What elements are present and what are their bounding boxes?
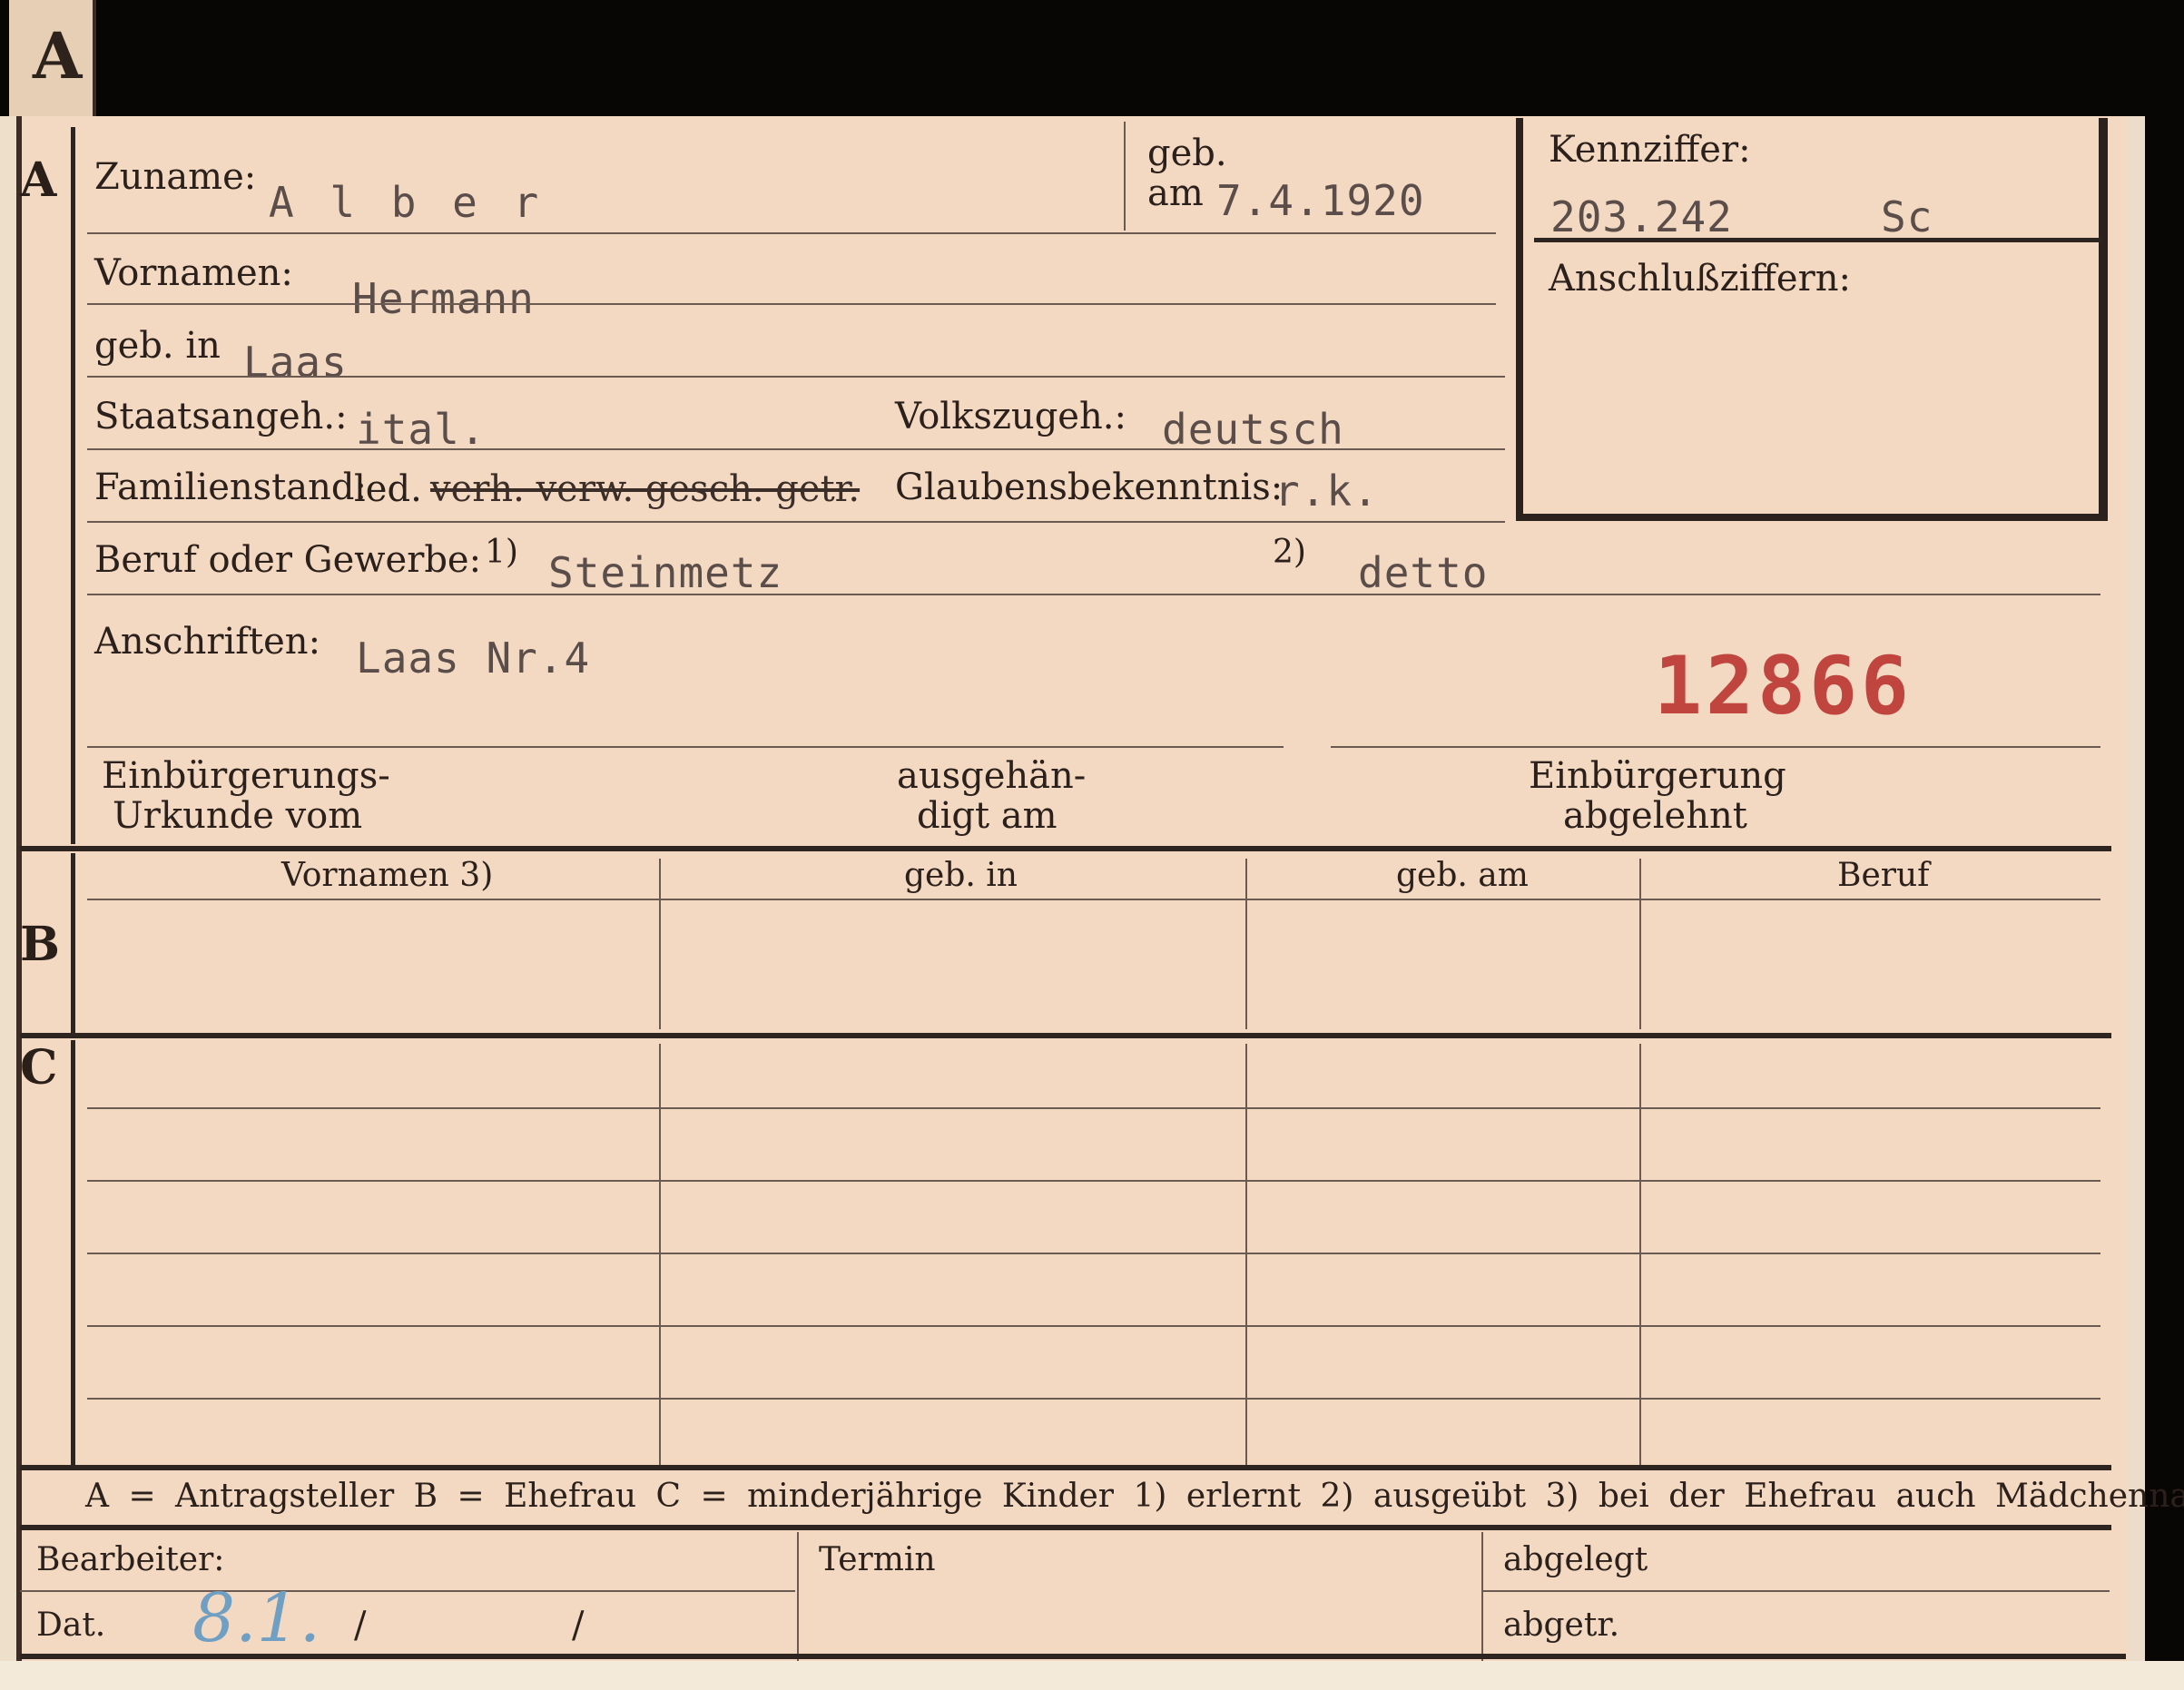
legend-bottom-rule xyxy=(20,1525,2111,1530)
familienstand-line xyxy=(87,521,1505,523)
einb-urkunde-label-1: Einbürgerungs- xyxy=(102,755,390,797)
section-b-rule xyxy=(71,853,75,1035)
b-header-line xyxy=(87,899,2100,900)
section-b-letter: B xyxy=(20,917,60,972)
vornamen-line xyxy=(87,303,1496,305)
dat-slash-1: / xyxy=(354,1605,367,1646)
zuname-label: Zuname: xyxy=(94,156,257,198)
ausgehaendigt-label-2: digt am xyxy=(917,795,1058,837)
c-row-line-1 xyxy=(87,1107,2100,1109)
vornamen-label: Vornamen: xyxy=(94,252,293,294)
stamp-number: 12866 xyxy=(1654,639,1913,732)
familienstand-label: Familienstand: xyxy=(94,467,367,508)
b-col-geb-in: geb. in xyxy=(904,857,1018,894)
c-row-line-4 xyxy=(87,1325,2100,1327)
anschriften-line-right xyxy=(1331,746,2100,748)
zuname-line xyxy=(87,232,1496,234)
b-col-divider-3 xyxy=(1639,859,1641,1029)
beruf-value-2: detto xyxy=(1358,548,1489,597)
am-label: am xyxy=(1147,172,1204,214)
einb-abgelehnt-label-2: abgelehnt xyxy=(1563,795,1747,837)
kennziffer-value: 203.242 xyxy=(1550,192,1733,241)
section-b-bottom-rule xyxy=(20,1033,2111,1038)
dat-slash-2: / xyxy=(572,1605,585,1646)
familienstand-struck: verh. verw. gesch. getr. xyxy=(430,468,861,510)
card-edge-right xyxy=(2127,116,2145,1661)
ausgehaendigt-label-1: ausgehän- xyxy=(897,755,1087,797)
b-col-geb-am: geb. am xyxy=(1396,857,1529,894)
beruf-label: Beruf oder Gewerbe: xyxy=(94,539,482,581)
dat-initials: 8.1. xyxy=(192,1579,321,1657)
bearbeiter-line xyxy=(20,1590,795,1592)
anschluss-label: Anschlußziffern: xyxy=(1549,258,1851,300)
anschriften-line-left xyxy=(87,746,1284,748)
c-row-line-3 xyxy=(87,1253,2100,1254)
abgelegt-label: abgelegt xyxy=(1503,1541,1648,1578)
termin-divider xyxy=(797,1532,799,1661)
index-tab: A xyxy=(9,0,96,116)
geb-in-value: Laas xyxy=(243,338,348,387)
geb-am-value: 7.4.1920 xyxy=(1216,176,1425,225)
geb-divider xyxy=(1124,122,1126,231)
volkszugeh-value: deutsch xyxy=(1162,405,1344,454)
section-c-bottom-rule xyxy=(20,1465,2111,1470)
abgetr-label: abgetr. xyxy=(1503,1606,1620,1644)
abgelegt-line xyxy=(1483,1590,2110,1592)
bearbeiter-label: Bearbeiter: xyxy=(36,1541,225,1578)
volkszugeh-label: Volkszugeh.: xyxy=(895,396,1126,437)
termin-label: Termin xyxy=(819,1541,936,1578)
card-bottom-rule xyxy=(20,1654,2126,1659)
section-a-rule xyxy=(71,127,75,844)
c-row-line-2 xyxy=(87,1180,2100,1182)
anschriften-value: Laas Nr.4 xyxy=(356,634,591,683)
geb-in-label: geb. in xyxy=(94,325,221,367)
c-row-line-5 xyxy=(87,1398,2100,1400)
card-edge-left xyxy=(0,116,16,1661)
legend-text: A = Antragsteller B = Ehefrau C = minder… xyxy=(85,1478,2184,1515)
zuname-value: A l b e r xyxy=(269,178,545,227)
geb-in-line xyxy=(87,376,1505,378)
beruf-note-2: 2) xyxy=(1273,534,1306,571)
anschriften-label: Anschriften: xyxy=(94,621,321,663)
beruf-note-1: 1) xyxy=(485,534,518,571)
section-a-letter: A xyxy=(20,152,57,208)
section-c-rule xyxy=(71,1040,75,1465)
beruf-value-1: Steinmetz xyxy=(548,548,783,597)
b-col-vornamen: Vornamen 3) xyxy=(281,857,494,894)
vornamen-value: Hermann xyxy=(352,274,535,323)
staatsangeh-value: ital. xyxy=(356,405,487,454)
einb-urkunde-label-2: Urkunde vom xyxy=(113,795,363,837)
abgelegt-divider xyxy=(1481,1532,1483,1661)
einb-abgelehnt-label-1: Einbürgerung xyxy=(1529,755,1786,797)
b-col-beruf: Beruf xyxy=(1837,857,1930,894)
dat-label: Dat. xyxy=(36,1606,106,1644)
geb-label: geb. xyxy=(1147,133,1227,174)
b-col-divider-2 xyxy=(1245,859,1247,1029)
glaubens-value: r.k. xyxy=(1274,467,1379,516)
b-col-divider-1 xyxy=(659,859,661,1029)
kennziffer-suffix: Sc xyxy=(1881,192,1933,241)
section-c-letter: C xyxy=(20,1040,58,1096)
staatsangeh-label: Staatsangeh.: xyxy=(94,396,348,437)
section-a-bottom-rule xyxy=(20,846,2111,851)
kennziffer-label: Kennziffer: xyxy=(1549,129,1751,171)
card-edge-bottom xyxy=(0,1661,2184,1690)
glaubens-label: Glaubensbekenntnis: xyxy=(895,467,1284,508)
index-tab-letter: A xyxy=(33,18,83,93)
beruf-line xyxy=(87,594,2100,595)
staatsangeh-line xyxy=(87,448,1505,450)
familienstand-led: led. xyxy=(354,468,422,510)
kennziffer-box xyxy=(1516,118,2108,521)
